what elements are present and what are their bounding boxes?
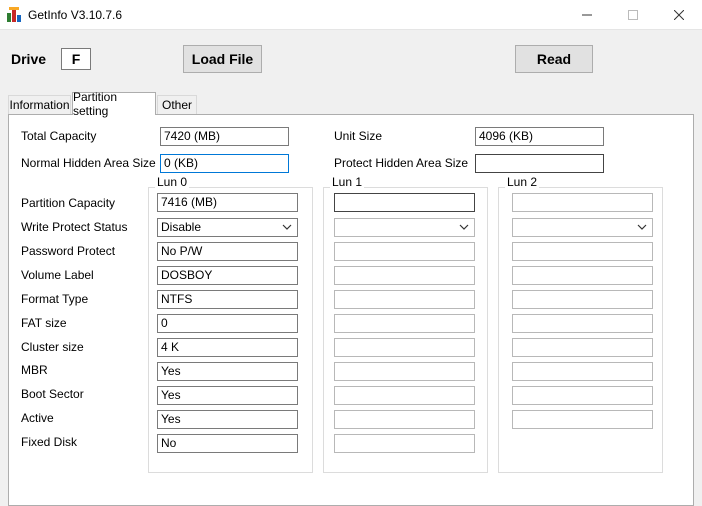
protect-hidden-area-label: Protect Hidden Area Size [334, 156, 469, 170]
lun1-fat-size-field[interactable] [334, 314, 475, 333]
chevron-down-icon [282, 224, 292, 230]
maximize-icon [628, 10, 638, 20]
lun2-fat-size-field[interactable] [512, 314, 653, 333]
lun0-fat-size-field[interactable]: 0 [157, 314, 298, 333]
row-label-volume-label: Volume Label [21, 268, 94, 282]
lun2-boot-sector-field[interactable] [512, 386, 653, 405]
row-label-fat-size: FAT size [21, 316, 67, 330]
normal-hidden-area-field[interactable]: 0 (KB) [160, 154, 289, 173]
tab-partition-setting[interactable]: Partition setting [72, 90, 156, 118]
lun1-format-type-field[interactable] [334, 290, 475, 309]
tab-information[interactable]: Information [8, 95, 71, 114]
lun2-mbr-field[interactable] [512, 362, 653, 381]
lun2-volume-label-field[interactable] [512, 266, 653, 285]
lun0-volume-label-field[interactable]: DOSBOY [157, 266, 298, 285]
chevron-down-icon [637, 224, 647, 230]
lun1-password-protect-field[interactable] [334, 242, 475, 261]
lun2-active-field[interactable] [512, 410, 653, 429]
lun1-cluster-size-field[interactable] [334, 338, 475, 357]
maximize-button[interactable] [610, 0, 656, 30]
lun0-partition-capacity-field[interactable]: 7416 (MB) [157, 193, 298, 212]
row-label-cluster-size: Cluster size [21, 340, 84, 354]
lun2-password-protect-field[interactable] [512, 242, 653, 261]
row-label-password-protect: Password Protect [21, 244, 116, 258]
lun2-partition-capacity-field[interactable] [512, 193, 653, 212]
title-bar: GetInfo V3.10.7.6 [0, 0, 702, 30]
unit-size-label: Unit Size [334, 129, 383, 143]
lun0-fixed-disk-field[interactable]: No [157, 434, 298, 453]
lun1-fixed-disk-field[interactable] [334, 434, 475, 453]
load-file-button[interactable]: Load File [183, 45, 262, 73]
lun2-write-protect-select[interactable] [512, 218, 653, 237]
lun2-cluster-size-field[interactable] [512, 338, 653, 357]
lun0-write-protect-value: Disable [161, 220, 202, 234]
lun1-volume-label-field[interactable] [334, 266, 475, 285]
close-button[interactable] [656, 0, 702, 30]
lun1-active-field[interactable] [334, 410, 475, 429]
lun0-active-field[interactable]: Yes [157, 410, 298, 429]
app-icon [7, 7, 21, 22]
lun-0-title: Lun 0 [155, 175, 190, 189]
minimize-icon [582, 14, 592, 16]
read-button[interactable]: Read [515, 45, 593, 73]
lun0-format-type-field[interactable]: NTFS [157, 290, 298, 309]
drive-label: Drive [11, 51, 47, 67]
lun0-boot-sector-field[interactable]: Yes [157, 386, 298, 405]
chevron-down-icon [459, 224, 469, 230]
lun1-write-protect-select[interactable] [334, 218, 475, 237]
row-label-fixed-disk: Fixed Disk [21, 435, 78, 449]
close-icon [674, 10, 684, 20]
protect-hidden-area-field[interactable] [475, 154, 604, 173]
window-title: GetInfo V3.10.7.6 [28, 8, 123, 22]
unit-size-field[interactable]: 4096 (KB) [475, 127, 604, 146]
lun-2-title: Lun 2 [505, 175, 540, 189]
lun2-format-type-field[interactable] [512, 290, 653, 309]
lun0-write-protect-select[interactable]: Disable [157, 218, 298, 237]
row-label-partition-capacity: Partition Capacity [21, 196, 116, 210]
row-label-format-type: Format Type [21, 292, 89, 306]
lun1-mbr-field[interactable] [334, 362, 475, 381]
tab-other[interactable]: Other [157, 95, 197, 114]
row-label-active: Active [21, 411, 54, 425]
total-capacity-label: Total Capacity [21, 129, 97, 143]
lun0-mbr-field[interactable]: Yes [157, 362, 298, 381]
row-label-boot-sector: Boot Sector [21, 387, 84, 401]
lun0-password-protect-field[interactable]: No P/W [157, 242, 298, 261]
normal-hidden-area-label: Normal Hidden Area Size [21, 156, 156, 170]
partition-setting-panel: Total Capacity 7420 (MB) Unit Size 4096 … [8, 114, 694, 506]
lun1-boot-sector-field[interactable] [334, 386, 475, 405]
lun1-partition-capacity-field[interactable] [334, 193, 475, 212]
row-label-mbr: MBR [21, 363, 48, 377]
drive-letter-field[interactable]: F [61, 48, 91, 70]
minimize-button[interactable] [564, 0, 610, 30]
lun0-cluster-size-field[interactable]: 4 K [157, 338, 298, 357]
total-capacity-field[interactable]: 7420 (MB) [160, 127, 289, 146]
lun-1-title: Lun 1 [330, 175, 365, 189]
row-label-write-protect-status: Write Protect Status [21, 220, 128, 234]
